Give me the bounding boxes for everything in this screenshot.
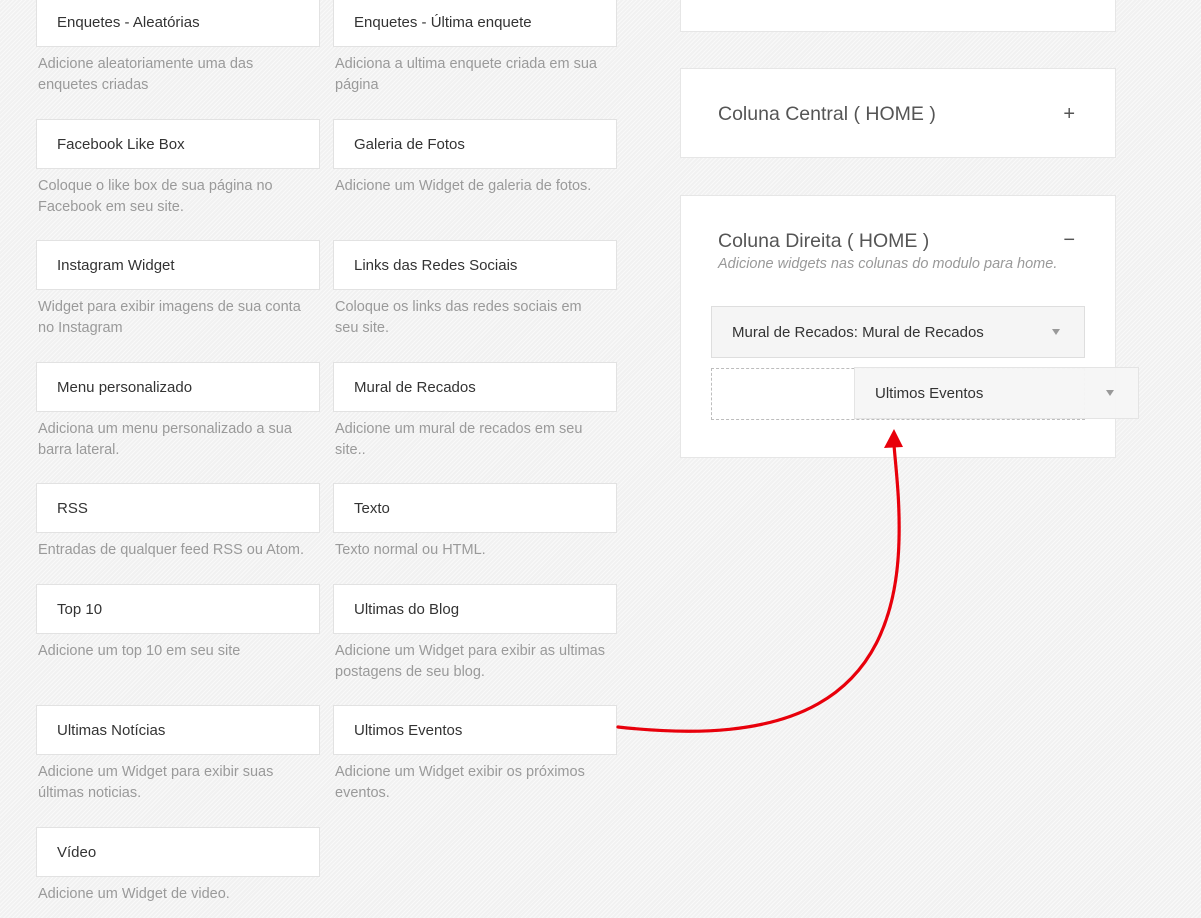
caret-down-icon[interactable] [1106,390,1114,396]
widget-description: Widget para exibir imagens de sua conta … [38,299,301,336]
widget-enquetes-aleatorias[interactable]: Enquetes - Aleatórias [36,0,320,47]
caret-down-icon[interactable] [1052,329,1060,335]
panel-subtitle: Adicione widgets nas colunas do modulo p… [718,256,1058,272]
widget-title: Facebook Like Box [57,135,185,153]
widget-title: Top 10 [57,600,103,618]
widget-title: Enquetes - Última enquete [354,13,532,31]
widget-ultimas-do-blog[interactable]: Ultimas do Blog [333,584,617,634]
widget-facebook-like-box[interactable]: Facebook Like Box [36,119,320,169]
widget-mural-de-recados[interactable]: Mural de Recados [333,362,617,412]
widget-description: Adicione um mural de recados em seu site… [335,421,583,458]
widget-texto[interactable]: Texto [333,483,617,533]
widget-galeria-de-fotos[interactable]: Galeria de Fotos [333,119,617,169]
widget-description: Adiciona a ultima enquete criada em sua … [335,56,597,93]
widget-description: Adicione um top 10 em seu site [38,643,241,659]
widget-title: RSS [57,499,88,517]
widget-description: Coloque o like box de sua página no Face… [38,178,273,215]
widget-description: Adicione um Widget de video. [38,886,230,902]
widget-links-redes-sociais[interactable]: Links das Redes Sociais [333,240,617,290]
widget-title: Vídeo [57,843,97,861]
arrow-path [616,443,901,733]
widget-menu-personalizado[interactable]: Menu personalizado [36,362,320,412]
widget-description: Entradas de qualquer feed RSS ou Atom. [38,542,305,558]
widget-title: Ultimas do Blog [354,600,460,618]
widget-title: Instagram Widget [57,256,175,274]
collapse-icon[interactable]: − [1063,230,1075,250]
panel-title: Coluna Central ( HOME ) [718,103,936,125]
widget-title: Ultimos Eventos [354,721,463,739]
dragging-widget-title: Ultimos Eventos [875,384,984,402]
widget-instagram[interactable]: Instagram Widget [36,240,320,290]
widget-title: Mural de Recados [354,378,476,396]
widget-title: Galeria de Fotos [354,135,465,153]
widget-top-10[interactable]: Top 10 [36,584,320,634]
expand-icon[interactable]: + [1063,104,1075,124]
dragging-widget-ultimos-eventos[interactable]: Ultimos Eventos [854,367,1139,419]
widget-title: Ultimas Notícias [57,721,166,739]
widget-description: Adicione aleatoriamente uma das enquetes… [38,56,254,93]
widget-video[interactable]: Vídeo [36,827,320,877]
placed-widget-title: Mural de Recados: Mural de Recados [732,323,984,341]
widget-description: Adiciona um menu personalizado a sua bar… [38,421,292,458]
widget-description: Adicione um Widget de galeria de fotos. [335,178,592,194]
widget-ultimos-eventos[interactable]: Ultimos Eventos [333,705,617,755]
widget-title: Texto [354,499,390,517]
widget-description: Coloque os links das redes sociais em se… [335,299,582,336]
widget-rss[interactable]: RSS [36,483,320,533]
widget-enquetes-ultima[interactable]: Enquetes - Última enquete [333,0,617,47]
widget-title: Enquetes - Aleatórias [57,13,200,31]
widget-description: Adicione um Widget para exibir suas últi… [38,764,274,801]
widget-description: Adicione um Widget exibir os próximos ev… [335,764,585,801]
placed-widget-mural-de-recados[interactable]: Mural de Recados: Mural de Recados [711,306,1085,358]
widget-title: Menu personalizado [57,378,193,396]
sidebar-panel-coluna-central: Coluna Central ( HOME ) + [680,68,1116,158]
widget-title: Links das Redes Sociais [354,256,518,274]
sidebar-panel-top [680,0,1116,32]
widget-ultimas-noticias[interactable]: Ultimas Notícias [36,705,320,755]
panel-title: Coluna Direita ( HOME ) [718,230,930,252]
widget-description: Texto normal ou HTML. [335,542,486,558]
widget-description: Adicione um Widget para exibir as ultima… [335,643,605,680]
